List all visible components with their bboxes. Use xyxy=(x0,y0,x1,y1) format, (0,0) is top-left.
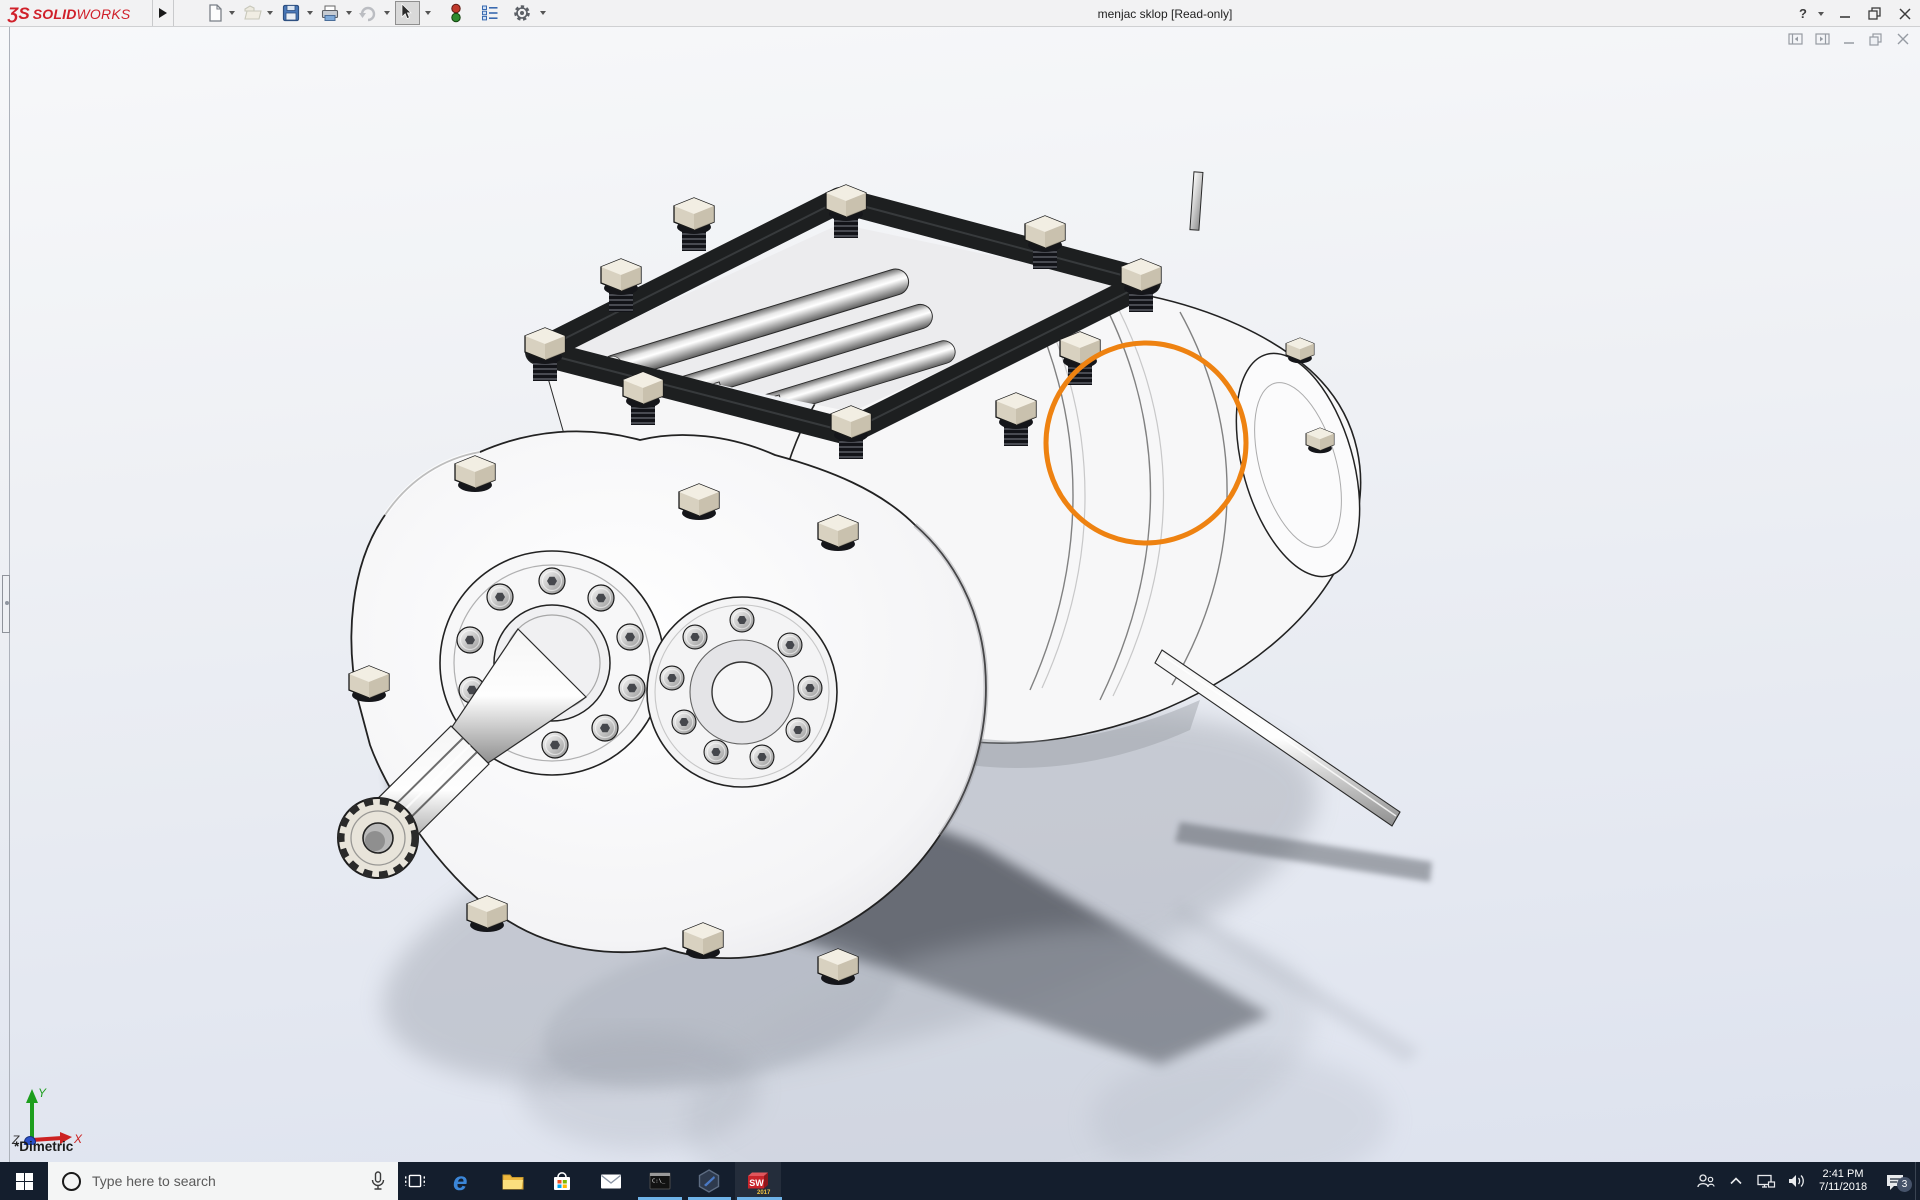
brand-solid: SOLID xyxy=(32,5,77,22)
cmd-prompt-text: C:\_ xyxy=(652,1179,666,1185)
volume-button[interactable] xyxy=(1781,1162,1811,1200)
network-icon xyxy=(1757,1174,1776,1188)
save-dropdown-caret[interactable] xyxy=(307,11,313,15)
undo-icon[interactable] xyxy=(358,3,378,23)
options-dropdown-caret[interactable] xyxy=(540,11,546,15)
select-dropdown-caret[interactable] xyxy=(425,11,431,15)
taskbar-item-solidworks[interactable]: SW 2017 xyxy=(735,1162,781,1200)
gearbox-3d-model[interactable] xyxy=(0,27,1920,1162)
options-gear-icon[interactable] xyxy=(512,3,532,23)
new-dropdown-caret[interactable] xyxy=(229,11,235,15)
clock-time: 2:41 PM xyxy=(1822,1168,1864,1180)
close-icon xyxy=(1899,7,1911,20)
hexagon-app-icon xyxy=(698,1169,720,1193)
taskbar-clock[interactable]: 2:41 PM 7/11/2018 xyxy=(1811,1168,1875,1194)
taskbar-item-store[interactable] xyxy=(539,1162,585,1200)
sw-letters: SW xyxy=(749,1178,764,1188)
start-button[interactable] xyxy=(0,1162,48,1200)
running-indicator-solidworks xyxy=(737,1196,782,1200)
taskbar-search[interactable] xyxy=(48,1162,398,1200)
file-explorer-icon xyxy=(502,1174,524,1190)
system-tray: 2:41 PM 7/11/2018 3 xyxy=(1691,1162,1920,1200)
open-icon[interactable] xyxy=(243,3,263,23)
output-flange xyxy=(646,596,838,788)
clock-date: 7/11/2018 xyxy=(1818,1181,1868,1193)
search-input[interactable] xyxy=(92,1173,358,1189)
taskbar-item-edge[interactable]: e xyxy=(441,1162,487,1200)
action-center-button[interactable]: 3 xyxy=(1875,1162,1915,1200)
sw-year: 2017 xyxy=(757,1190,771,1196)
restore-icon xyxy=(1868,7,1881,20)
task-view-icon xyxy=(405,1174,425,1188)
taskbar: e C:\_ xyxy=(0,1162,1920,1200)
print-dropdown-caret[interactable] xyxy=(346,11,352,15)
microphone-icon[interactable] xyxy=(370,1171,386,1191)
orientation-triad: Y X Z xyxy=(11,1086,83,1145)
graphics-viewport[interactable]: Y X Z *Dimetric xyxy=(0,27,1920,1162)
notification-badge: 3 xyxy=(1897,1177,1912,1192)
taskbar-item-file-explorer[interactable] xyxy=(490,1162,536,1200)
view-orientation-label: *Dimetric xyxy=(14,1139,74,1154)
minimize-icon xyxy=(1840,15,1850,18)
titlebar: ƷS SOLID WORKS menjac sklop [Read-only] … xyxy=(0,0,1920,27)
mail-icon xyxy=(601,1174,621,1189)
minimize-button[interactable] xyxy=(1830,0,1860,27)
taskbar-item-mail[interactable] xyxy=(588,1162,634,1200)
file-properties-icon[interactable] xyxy=(480,3,500,23)
help-button[interactable]: ? xyxy=(1788,0,1818,27)
close-button[interactable] xyxy=(1890,0,1920,27)
running-indicator-hexagon xyxy=(688,1196,731,1200)
windows-logo-icon xyxy=(15,1172,33,1190)
taskbar-item-hexagon-app[interactable] xyxy=(686,1162,732,1200)
window-title: menjac sklop [Read-only] xyxy=(1097,6,1233,21)
undo-dropdown-caret[interactable] xyxy=(384,11,390,15)
rebuild-stoplight-icon[interactable] xyxy=(446,3,466,23)
print-icon[interactable] xyxy=(320,3,340,23)
select-tool-button[interactable] xyxy=(395,1,420,25)
running-indicator-cmd xyxy=(638,1196,682,1200)
select-arrow-icon xyxy=(401,3,412,20)
dowel-pin xyxy=(1189,171,1204,231)
solidworks-logo: ƷS SOLID WORKS xyxy=(8,0,130,27)
store-icon xyxy=(554,1172,570,1190)
brand-works: WORKS xyxy=(76,5,131,22)
play-arrow-icon xyxy=(159,8,167,18)
network-button[interactable] xyxy=(1751,1162,1781,1200)
taskbar-item-command-prompt[interactable]: C:\_ xyxy=(637,1162,683,1200)
triad-x-label: X xyxy=(73,1132,83,1145)
cortana-icon xyxy=(62,1171,81,1191)
hidden-icons-button[interactable] xyxy=(1721,1162,1751,1200)
menu-flyout-button[interactable] xyxy=(152,0,174,26)
triad-y-label: Y xyxy=(38,1086,47,1100)
new-document-icon[interactable] xyxy=(205,3,225,23)
restore-button[interactable] xyxy=(1860,0,1890,27)
show-desktop-button[interactable] xyxy=(1915,1162,1920,1200)
people-icon xyxy=(1697,1174,1715,1188)
ds-logo-icon: ƷS xyxy=(8,3,30,23)
edge-icon: e xyxy=(453,1167,467,1195)
task-view-button[interactable] xyxy=(392,1162,438,1200)
help-dropdown-caret[interactable] xyxy=(1818,11,1824,16)
open-dropdown-caret[interactable] xyxy=(267,11,273,15)
save-icon[interactable] xyxy=(281,3,301,23)
people-button[interactable] xyxy=(1691,1162,1721,1200)
chevron-up-icon xyxy=(1730,1177,1742,1185)
speaker-icon xyxy=(1789,1175,1804,1187)
